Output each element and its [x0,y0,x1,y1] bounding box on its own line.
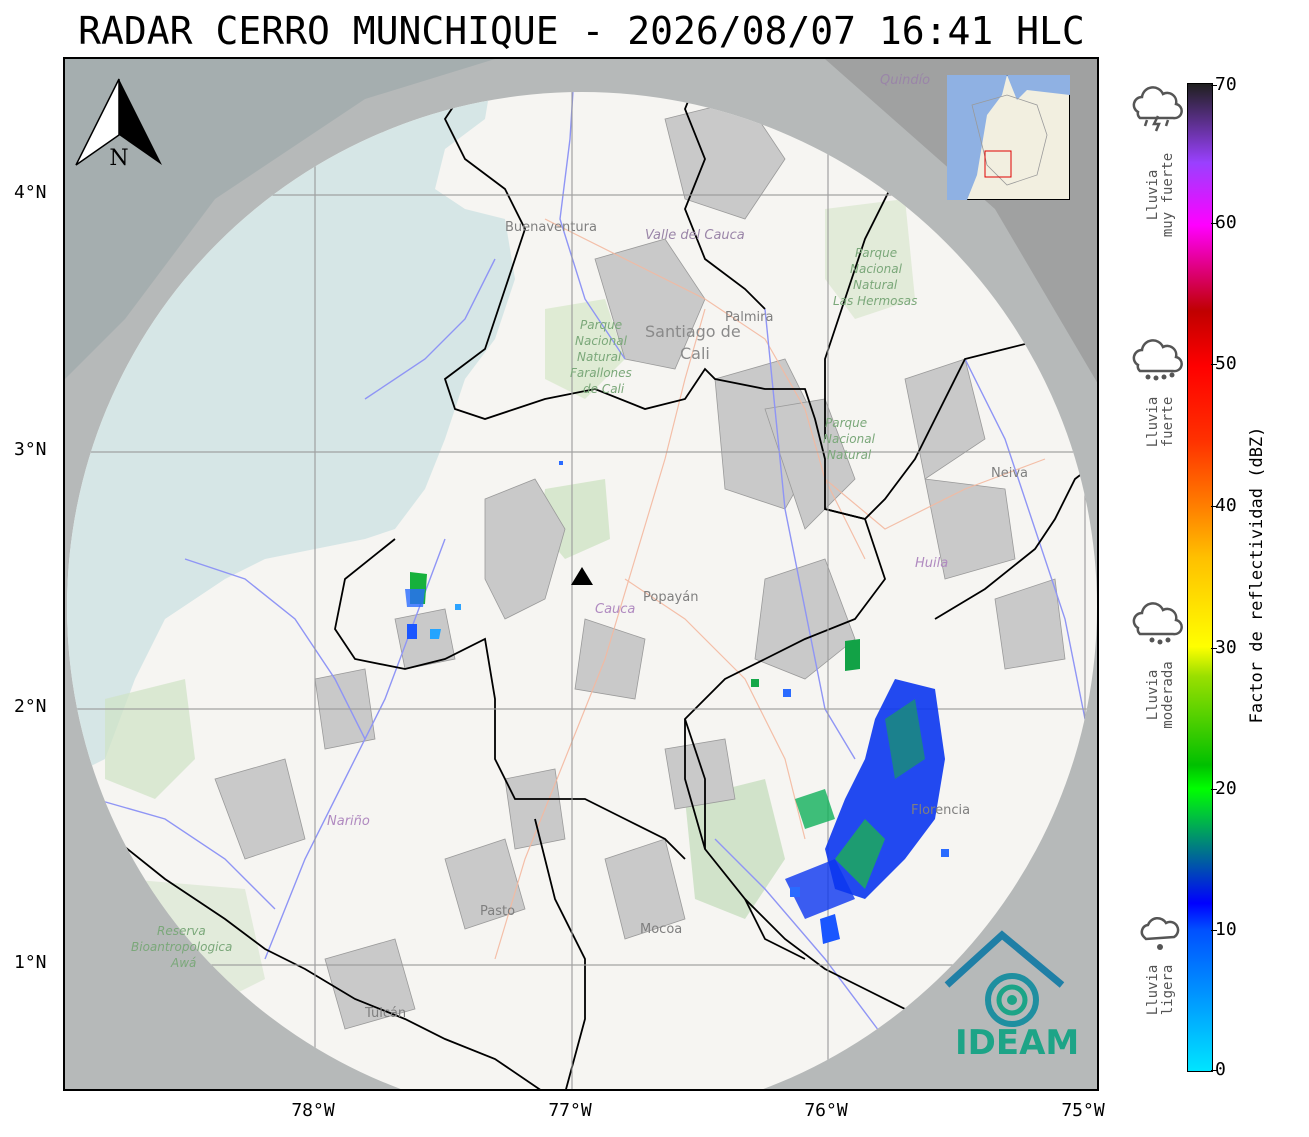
rain-label-line: Lluvia [1145,964,1161,1016]
north-letter: N [109,146,128,171]
place-label: Quindío [880,73,930,88]
rain-label-line: moderada [1160,661,1176,729]
rain-label-light: Lluvia ligera [1145,964,1176,1016]
colorbar-tick: 70 [1211,74,1237,95]
place-label: de Cali [583,382,625,396]
colorbar-tick: 50 [1211,353,1237,374]
colorbar-tick: 60 [1211,212,1237,233]
place-label: Nacional [850,262,903,276]
place-label: Nacional [823,432,876,446]
place-label: Parque [580,318,622,332]
rain-label-line: Lluvia [1145,669,1161,721]
rain-label-line: Lluvia [1145,169,1161,221]
place-label: Buenaventura [505,220,597,235]
lon-tick: 78°W [291,1100,335,1121]
place-label: Awá [170,956,196,970]
place-label: Parque [825,416,867,430]
place-label: Reserva [157,924,206,938]
place-label: Nariño [327,814,370,829]
rain-label-heavy: Lluvia fuerte [1145,396,1176,448]
place-label: Mocoa [640,922,682,937]
lat-tick: 4°N [14,182,47,203]
place-label: Valle del Cauca [645,228,745,243]
lon-tick: 75°W [1061,1100,1105,1121]
place-label: Farallones [570,366,632,380]
rain-label-line: ligera [1160,964,1176,1016]
place-label: Popayán [643,590,698,605]
place-label: Nacional [575,334,628,348]
place-label: Las Hermosas [833,294,917,308]
colorbar-label: Factor de reflectividad (dBZ) [1247,426,1267,724]
lon-tick: 77°W [548,1100,592,1121]
lat-tick: 2°N [14,696,47,717]
rain-label-very-heavy: Lluvia muy fuerte [1145,152,1176,238]
place-label: Pasto [480,904,515,919]
place-label: Natural [827,448,872,462]
place-label: Florencia [911,803,970,818]
lat-tick: 1°N [14,952,47,973]
rain-label-line: muy fuerte [1160,152,1176,238]
rain-label-moderate: Lluvia moderada [1145,661,1176,729]
reflectivity-colorbar [1187,83,1213,1072]
place-label: Natural [853,278,898,292]
thunderstorm-cloud-icon [1132,86,1183,132]
moderate-rain-cloud-icon [1132,602,1183,645]
place-label: Bioantropologica [131,940,232,954]
colorbar-tick: 10 [1211,919,1237,940]
place-label: Neiva [991,466,1028,481]
colorbar-tick: 30 [1211,637,1237,658]
place-label: Tulcán [364,1006,406,1021]
colorbar-tick: 40 [1211,495,1237,516]
rain-label-line: Lluvia [1145,396,1161,448]
place-label: Santiago de [645,322,741,341]
inset-locator-map [947,75,1070,200]
colorbar-tick: 20 [1211,778,1237,799]
place-label: Parque [855,246,897,260]
lat-tick: 3°N [14,439,47,460]
place-label: Natural [577,350,622,364]
colorbar-tick: 0 [1211,1059,1226,1080]
ideam-logo-text: IDEAM [955,1023,1080,1063]
lon-tick: 76°W [804,1100,848,1121]
place-label: Huila [915,556,948,571]
north-arrow-icon: N [75,78,162,171]
heavy-rain-cloud-icon [1132,339,1183,381]
light-rain-cloud-icon [1140,916,1180,950]
place-label: Cauca [595,602,635,617]
place-label: Cali [680,344,710,363]
map-title: RADAR CERRO MUNCHIQUE - 2026/08/07 16:41… [78,9,1085,53]
rain-label-line: fuerte [1160,396,1176,448]
